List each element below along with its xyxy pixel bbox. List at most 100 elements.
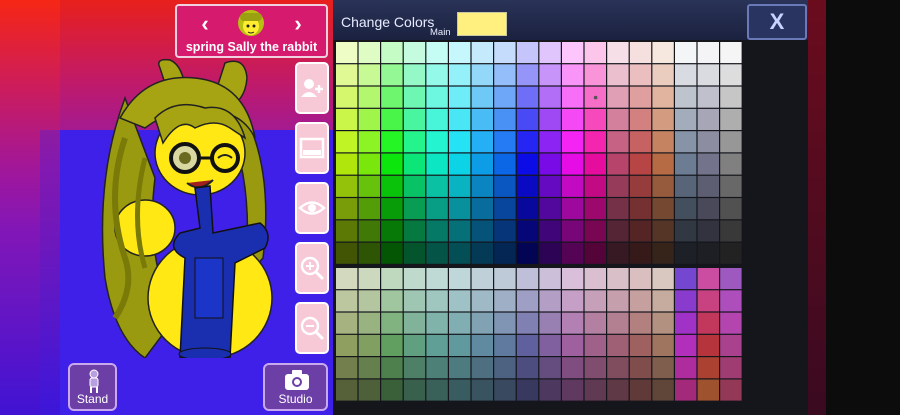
palette-swatch[interactable] xyxy=(697,290,719,312)
palette-swatch[interactable] xyxy=(494,334,516,356)
palette-swatch[interactable] xyxy=(720,379,742,401)
palette-swatch[interactable] xyxy=(675,42,697,64)
palette-swatch[interactable] xyxy=(607,86,629,108)
character-preview[interactable] xyxy=(85,58,285,363)
palette-swatch[interactable] xyxy=(381,220,403,242)
palette-swatch[interactable] xyxy=(652,334,674,356)
palette-swatch[interactable] xyxy=(358,334,380,356)
palette-swatch[interactable] xyxy=(336,64,358,86)
palette-swatch[interactable] xyxy=(539,334,561,356)
palette-swatch[interactable] xyxy=(720,153,742,175)
palette-swatch[interactable] xyxy=(516,42,539,64)
palette-swatch[interactable] xyxy=(697,268,719,290)
palette-swatch[interactable] xyxy=(358,198,380,220)
palette-swatch[interactable] xyxy=(471,357,493,379)
palette-swatch[interactable] xyxy=(652,42,674,64)
stand-button[interactable]: Stand xyxy=(68,363,117,411)
toggle-visibility-button[interactable] xyxy=(295,182,329,234)
palette-swatch[interactable] xyxy=(675,153,697,175)
palette-swatch[interactable] xyxy=(449,334,471,356)
palette-swatch[interactable] xyxy=(584,64,606,86)
palette-swatch[interactable] xyxy=(697,242,719,264)
palette-swatch[interactable] xyxy=(697,108,719,130)
palette-swatch[interactable] xyxy=(426,379,448,401)
palette-swatch[interactable] xyxy=(449,268,471,290)
palette-swatch[interactable] xyxy=(607,242,629,264)
palette-swatch[interactable] xyxy=(403,220,426,242)
palette-swatch[interactable] xyxy=(336,379,358,401)
palette-swatch[interactable] xyxy=(607,153,629,175)
current-color-swatch[interactable] xyxy=(457,12,507,36)
palette-swatch[interactable] xyxy=(539,220,561,242)
background-button[interactable] xyxy=(295,122,329,174)
palette-swatch[interactable] xyxy=(336,290,358,312)
palette-swatch[interactable] xyxy=(471,268,493,290)
palette-swatch[interactable] xyxy=(426,175,448,197)
palette-swatch[interactable] xyxy=(449,175,471,197)
palette-swatch[interactable] xyxy=(426,290,448,312)
palette-swatch[interactable] xyxy=(449,220,471,242)
palette-swatch[interactable] xyxy=(720,334,742,356)
palette-swatch[interactable] xyxy=(675,64,697,86)
palette-swatch[interactable] xyxy=(403,357,426,379)
palette-swatch[interactable] xyxy=(629,220,652,242)
palette-swatch[interactable] xyxy=(697,42,719,64)
palette-swatch[interactable] xyxy=(471,290,493,312)
palette-swatch[interactable] xyxy=(494,131,516,153)
palette-swatch[interactable] xyxy=(697,312,719,334)
palette-swatch[interactable] xyxy=(471,379,493,401)
studio-button[interactable]: Studio xyxy=(263,363,328,411)
palette-swatch[interactable] xyxy=(720,268,742,290)
palette-swatch[interactable] xyxy=(607,42,629,64)
palette-swatch[interactable] xyxy=(652,220,674,242)
palette-swatch[interactable] xyxy=(449,153,471,175)
palette-swatch[interactable] xyxy=(426,357,448,379)
palette-swatch[interactable] xyxy=(426,268,448,290)
palette-swatch[interactable] xyxy=(494,242,516,264)
palette-swatch[interactable] xyxy=(652,64,674,86)
palette-swatch[interactable] xyxy=(494,290,516,312)
palette-swatch[interactable] xyxy=(562,42,584,64)
palette-swatch[interactable] xyxy=(426,242,448,264)
palette-swatch[interactable] xyxy=(629,108,652,130)
palette-swatch[interactable] xyxy=(607,220,629,242)
palette-swatch[interactable] xyxy=(336,86,358,108)
palette-swatch[interactable] xyxy=(607,198,629,220)
palette-swatch[interactable] xyxy=(403,64,426,86)
palette-swatch[interactable] xyxy=(381,175,403,197)
palette-swatch[interactable] xyxy=(652,268,674,290)
palette-swatch[interactable] xyxy=(494,268,516,290)
palette-swatch[interactable] xyxy=(381,268,403,290)
palette-swatch[interactable] xyxy=(426,64,448,86)
palette-swatch[interactable] xyxy=(720,312,742,334)
palette-swatch[interactable] xyxy=(539,86,561,108)
palette-swatch[interactable] xyxy=(494,86,516,108)
palette-swatch[interactable] xyxy=(539,268,561,290)
palette-swatch[interactable] xyxy=(449,86,471,108)
palette-swatch[interactable] xyxy=(539,153,561,175)
palette-swatch[interactable] xyxy=(494,357,516,379)
palette-swatch[interactable] xyxy=(675,86,697,108)
palette-swatch[interactable] xyxy=(426,312,448,334)
palette-swatch[interactable] xyxy=(516,198,539,220)
palette-swatch[interactable] xyxy=(358,64,380,86)
palette-swatch[interactable] xyxy=(675,357,697,379)
palette-swatch[interactable] xyxy=(562,131,584,153)
palette-swatch[interactable] xyxy=(629,64,652,86)
palette-swatch[interactable] xyxy=(607,357,629,379)
palette-swatch[interactable] xyxy=(336,268,358,290)
palette-swatch[interactable] xyxy=(697,153,719,175)
palette-swatch[interactable] xyxy=(652,175,674,197)
palette-swatch[interactable] xyxy=(336,357,358,379)
palette-swatch[interactable] xyxy=(562,175,584,197)
palette-swatch[interactable] xyxy=(652,312,674,334)
palette-swatch[interactable] xyxy=(516,312,539,334)
palette-swatch[interactable] xyxy=(449,108,471,130)
palette-swatch[interactable] xyxy=(403,379,426,401)
palette-swatch[interactable] xyxy=(629,198,652,220)
palette-swatch[interactable] xyxy=(562,153,584,175)
palette-swatch[interactable] xyxy=(652,198,674,220)
palette-swatch[interactable] xyxy=(652,153,674,175)
palette-swatch[interactable] xyxy=(336,175,358,197)
palette-swatch[interactable] xyxy=(720,64,742,86)
